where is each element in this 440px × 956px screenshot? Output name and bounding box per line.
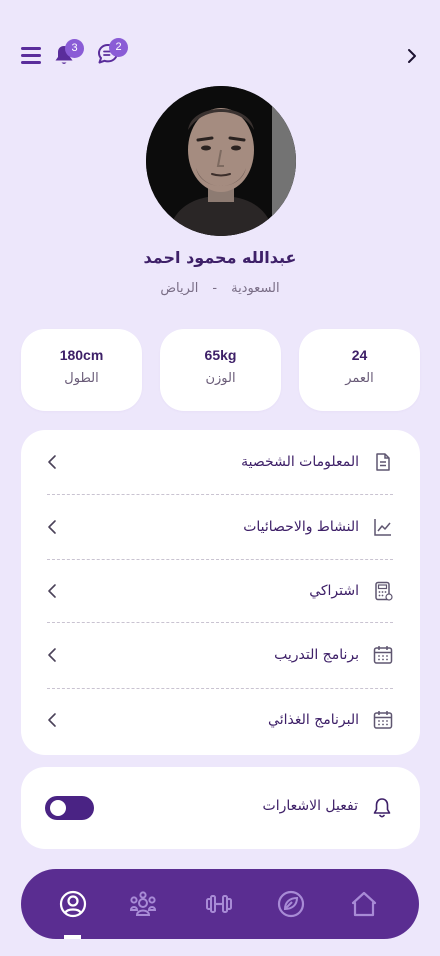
menu-item-label: البرنامج الغذائي (268, 712, 359, 728)
user-country: السعودية (231, 281, 280, 296)
stat-card-height: 180cm الطول (21, 329, 142, 411)
stat-label: الطول (64, 371, 99, 386)
notifications-bell-icon[interactable]: 3 (52, 39, 84, 67)
stat-value: 65kg (204, 347, 237, 363)
user-location: السعودية-الرياض (0, 281, 440, 296)
chevron-left-icon (47, 454, 57, 470)
document-icon (373, 452, 393, 472)
location-separator: - (212, 281, 218, 296)
notifications-settings-card: تفعيل الاشعارات (21, 767, 420, 849)
menu-item-label: برنامج التدريب (274, 647, 359, 663)
stat-label: الوزن (205, 371, 236, 386)
active-tab-indicator (64, 935, 81, 939)
profile-menu-card: المعلومات الشخصية النشاط والاحصائيات اشت… (21, 430, 420, 755)
nav-discover-icon[interactable] (276, 889, 306, 919)
stat-label: العمر (345, 371, 374, 386)
chevron-left-icon (47, 519, 57, 535)
menu-item-activity-stats[interactable]: النشاط والاحصائيات (47, 495, 393, 559)
stat-card-age: 24 العمر (299, 329, 420, 411)
nav-profile-icon[interactable] (58, 889, 88, 919)
menu-item-nutrition-program[interactable]: البرنامج الغذائي (47, 688, 393, 752)
nav-dumbbell-icon[interactable] (204, 889, 234, 919)
user-city: الرياض (160, 281, 199, 296)
calendar-icon (373, 645, 393, 665)
stat-card-weight: 65kg الوزن (160, 329, 281, 411)
nav-home-icon[interactable] (349, 889, 379, 919)
menu-item-label: اشتراكي (309, 583, 359, 599)
chevron-left-icon (47, 583, 57, 599)
calculator-icon (373, 581, 393, 601)
chat-icon[interactable]: 2 (96, 38, 128, 66)
menu-item-label: المعلومات الشخصية (241, 454, 359, 470)
notifications-toggle-label: تفعيل الاشعارات (262, 798, 358, 814)
notifications-badge: 3 (65, 39, 84, 58)
top-bar: 3 2 (0, 38, 440, 74)
notifications-toggle[interactable] (45, 796, 94, 820)
stat-value: 180cm (59, 347, 104, 363)
user-name: عبدالله محمود احمد (143, 248, 297, 267)
messages-badge: 2 (109, 38, 128, 57)
menu-item-subscription[interactable]: اشتراكي (47, 559, 393, 623)
stat-value: 24 (351, 347, 368, 363)
chevron-left-icon (47, 647, 57, 663)
profile-avatar (146, 86, 296, 236)
chart-icon (373, 517, 393, 537)
menu-item-label: النشاط والاحصائيات (243, 519, 359, 535)
nav-community-icon[interactable] (128, 889, 158, 919)
menu-icon[interactable] (21, 47, 41, 65)
bottom-navigation (21, 869, 419, 939)
chevron-right-icon[interactable] (404, 48, 420, 64)
bell-icon (372, 797, 392, 819)
toggle-knob (50, 800, 66, 816)
menu-item-training-program[interactable]: برنامج التدريب (47, 623, 393, 687)
calendar-icon (373, 710, 393, 730)
chevron-left-icon (47, 712, 57, 728)
menu-item-personal-info[interactable]: المعلومات الشخصية (47, 430, 393, 494)
